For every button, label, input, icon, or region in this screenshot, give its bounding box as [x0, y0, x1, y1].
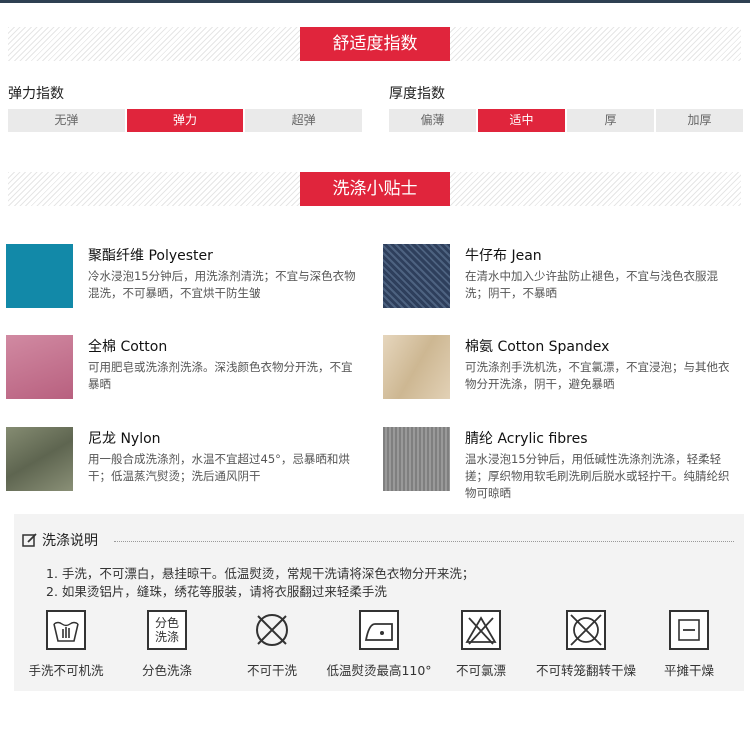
- top-border: [0, 0, 750, 3]
- care-symbol-label: 平摊干燥: [663, 663, 714, 678]
- elasticity-option: 弹力: [126, 109, 244, 132]
- care-symbol-label: 分色洗涤: [141, 663, 192, 678]
- elasticity-scale: 无弹 弹力 超弹: [8, 109, 363, 132]
- care-item-nylon: 尼龙 Nylon 用一般合成洗涤剂，水温不宜超过45°，忌暴晒和烘干；低温蒸汽熨…: [6, 427, 366, 497]
- care-symbol-low-iron: 低温熨烫最高110°: [324, 610, 434, 679]
- no-dry-clean-icon: [252, 610, 292, 650]
- comfort-title: 舒适度指数: [300, 27, 450, 61]
- fabric-swatch-polyester: [6, 244, 73, 308]
- care-item-name: 腈纶 Acrylic fibres: [465, 431, 588, 447]
- thickness-scale: 偏薄 适中厚加厚: [389, 109, 743, 132]
- thickness-option: 厚: [567, 109, 654, 132]
- care-item-name: 尼龙 Nylon: [88, 431, 161, 447]
- care-symbol-dry-flat: 平摊干燥: [634, 610, 744, 679]
- care-item-cotton: 全棉 Cotton 可用肥皂或洗涤剂洗涤。深浅颜色衣物分开洗，不宜暴晒: [6, 335, 366, 405]
- fabric-swatch-jean: [383, 244, 450, 308]
- no-tumble-dry-icon: [566, 610, 606, 650]
- care-symbol-label: 手洗不可机洗: [28, 663, 104, 678]
- wash-instructions-panel: 洗涤说明 1. 手洗，不可漂白，悬挂晾干。低温熨烫，常规干洗请将深色衣物分开来洗…: [14, 514, 744, 691]
- care-symbol-label: 不可干洗: [246, 663, 297, 678]
- fabric-swatch-acrylic: [383, 427, 450, 491]
- fabric-swatch-cotton: [6, 335, 73, 399]
- care-item-name: 全棉 Cotton: [88, 339, 168, 355]
- comfort-banner: 舒适度指数: [8, 27, 741, 61]
- care-item-acrylic: 腈纶 Acrylic fibres 温水浸泡15分钟后，用低碱性洗涤剂洗涤，轻柔…: [383, 427, 743, 500]
- separate-colors-icon: 分色洗涤: [147, 610, 187, 650]
- tips-title: 洗涤小贴士: [300, 172, 450, 206]
- rule-1: 1. 手洗，不可漂白，悬挂晾干。低温熨烫，常规干洗请将深色衣物分开来洗；: [46, 566, 475, 581]
- care-item-name: 牛仔布 Jean: [465, 248, 542, 264]
- care-symbol-label: 不可转笼翻转干燥: [535, 663, 636, 678]
- care-item-jean: 牛仔布 Jean 在清水中加入少许盐防止褪色，不宜与浅色衣服混洗；阴干，不暴晒: [383, 244, 743, 314]
- elasticity-label: 弹力指数: [8, 86, 64, 102]
- elasticity-option: 超弹: [245, 109, 363, 132]
- separate-colors-text: 分色洗涤: [154, 616, 179, 644]
- thickness-option: 加厚: [656, 109, 743, 132]
- thickness-option: 偏薄: [389, 109, 476, 132]
- low-iron-icon: [359, 610, 399, 650]
- care-item-desc: 可洗涤剂手洗机洗，不宜氯漂，不宜浸泡；与其他衣物分开洗涤，阴干，避免暴晒: [465, 360, 730, 391]
- care-item-desc: 温水浸泡15分钟后，用低碱性洗涤剂洗涤，轻柔轻搓；厚织物用软毛刷洗刷后脱水或轻拧…: [465, 452, 730, 500]
- care-symbol-no-bleach: 不可氯漂: [426, 610, 536, 679]
- fabric-swatch-nylon: [6, 427, 73, 491]
- no-bleach-icon: [461, 610, 501, 650]
- dotted-divider: [114, 541, 734, 542]
- care-symbol-no-dry-clean: 不可干洗: [217, 610, 327, 679]
- care-item-polyester: 聚酯纤维 Polyester 冷水浸泡15分钟后，用洗涤剂清洗；不宜与深色衣物混…: [6, 244, 366, 314]
- hand-wash-icon: [46, 610, 86, 650]
- fabric-swatch-cotton-spandex: [383, 335, 450, 399]
- care-symbol-label: 不可氯漂: [455, 663, 506, 678]
- instructions-title: 洗涤说明: [42, 533, 98, 549]
- tips-banner: 洗涤小贴士: [8, 172, 741, 206]
- care-item-desc: 可用肥皂或洗涤剂洗涤。深浅颜色衣物分开洗，不宜暴晒: [88, 360, 353, 391]
- care-item-name: 聚酯纤维 Polyester: [88, 248, 213, 264]
- care-item-desc: 冷水浸泡15分钟后，用洗涤剂清洗；不宜与深色衣物混洗，不可暴晒，不宜烘干防生皱: [88, 269, 356, 300]
- care-item-desc: 在清水中加入少许盐防止褪色，不宜与浅色衣服混洗；阴干，不暴晒: [465, 269, 718, 300]
- thickness-label: 厚度指数: [389, 86, 445, 102]
- care-symbol-hand-wash: 手洗不可机洗: [11, 610, 121, 679]
- elasticity-option: 无弹: [8, 109, 125, 132]
- care-item-cotton-spandex: 棉氨 Cotton Spandex 可洗涤剂手洗机洗，不宜氯漂，不宜浸泡；与其他…: [383, 335, 743, 405]
- care-item-desc: 用一般合成洗涤剂，水温不宜超过45°，忌暴晒和烘干；低温蒸汽熨烫；洗后通风阴干: [88, 452, 350, 483]
- thickness-option: 适中: [478, 109, 565, 132]
- instructions-header: 洗涤说明: [22, 530, 98, 550]
- care-symbol-label: 低温熨烫最高110°: [326, 663, 432, 678]
- care-item-name: 棉氨 Cotton Spandex: [465, 339, 610, 355]
- edit-icon: [22, 533, 37, 547]
- rule-2: 2. 如果烫铝片，缝珠，绣花等服装，请将衣服翻过来轻柔手洗: [46, 584, 387, 599]
- care-symbol-no-tumble-dry: 不可转笼翻转干燥: [531, 610, 641, 679]
- dry-flat-icon: [669, 610, 709, 650]
- care-symbol-separate-colors: 分色洗涤 分色洗涤: [112, 610, 222, 679]
